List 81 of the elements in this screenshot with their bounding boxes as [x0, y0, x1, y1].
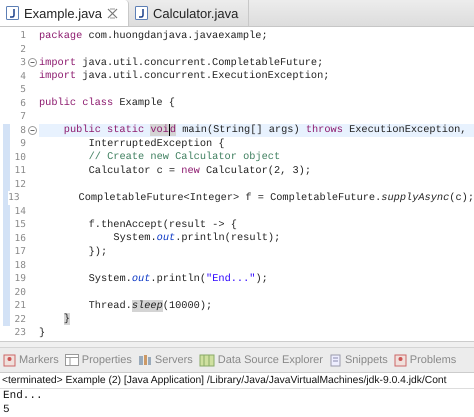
code-token: throws: [306, 124, 344, 136]
line-number: 5: [20, 84, 26, 96]
code-token: java.util.concurrent.ExecutionException;: [82, 70, 330, 82]
code-token: Thread.: [88, 300, 132, 312]
code-token: });: [88, 246, 108, 258]
line-number: 8: [20, 124, 26, 136]
code-token: supplyAsync: [381, 192, 450, 204]
code-token: System.: [88, 272, 132, 285]
code-token: InterruptedException {: [88, 138, 225, 150]
code-token: import: [39, 56, 78, 69]
code-token: public static: [64, 124, 146, 136]
line-number: 15: [14, 219, 26, 230]
line-number: 18: [14, 260, 26, 271]
problems-icon: [394, 354, 407, 366]
line-number: 19: [14, 273, 26, 284]
code-token: sleep: [132, 300, 163, 312]
line-number: 13: [8, 192, 20, 204]
code-token: );: [255, 272, 268, 285]
line-number: 10: [14, 152, 26, 163]
panel-tab[interactable]: Servers: [138, 354, 193, 366]
java-file-icon: [135, 6, 148, 20]
editor-tab[interactable]: Calculator.java: [129, 0, 250, 26]
line-number: 9: [20, 138, 26, 150]
table-icon: [64, 354, 79, 366]
code-token: Calculator(2, 3);: [206, 164, 312, 177]
code-token: new: [181, 164, 201, 177]
code-token: }: [64, 313, 70, 326]
line-number: 3: [20, 57, 26, 68]
console-header: <terminated> Example (2) [Java Application] /Library/Java/JavaVirtualMachines/jdk-9.0.4.jdk/Cont: [0, 373, 474, 389]
line-number: 1: [20, 30, 26, 42]
line-number: 17: [14, 246, 26, 258]
code-token: .println(: [150, 272, 206, 285]
collapse-icon[interactable]: [28, 126, 37, 135]
code-token: voi: [150, 124, 169, 136]
code-token: .println(result);: [175, 232, 280, 244]
console-output: End...: [2, 389, 44, 403]
code-token: (c);: [449, 192, 474, 204]
code-token: public class: [39, 97, 114, 110]
line-number: 23: [14, 327, 26, 338]
code-token: main(String[] args): [181, 124, 301, 136]
line-number: 11: [14, 165, 26, 176]
panel-tab[interactable]: Properties: [64, 354, 132, 366]
snippets-icon: [328, 354, 342, 366]
code-token: // Create new Calculator object: [88, 151, 280, 164]
line-number: 12: [14, 178, 26, 190]
code-token: f.thenAccept(result -> {: [88, 218, 237, 231]
code-token: out: [156, 232, 176, 244]
line-number: 22: [14, 314, 26, 325]
close-icon[interactable]: [107, 8, 118, 18]
line-number: 21: [14, 300, 26, 312]
code-token: package: [39, 30, 84, 42]
code-token: Calculator c =: [88, 164, 176, 177]
code-token: out: [132, 272, 150, 285]
code-token: CompletableFuture<Integer> f = CompletableFuture.: [78, 192, 382, 204]
line-number: 16: [14, 232, 26, 244]
line-number: 14: [14, 206, 26, 217]
database-icon: [198, 354, 215, 366]
line-number: 20: [14, 286, 26, 298]
code-token: System.: [113, 232, 157, 244]
console-output: 5: [2, 403, 11, 417]
line-number: 7: [20, 111, 26, 122]
code-token: Example {: [119, 97, 175, 110]
code-token: import: [39, 70, 78, 82]
code-token: com.huongdanjava.javaexample;: [88, 30, 268, 42]
code-token: "End...": [206, 272, 256, 285]
panel-tab[interactable]: Problems: [394, 354, 456, 366]
panel-tab[interactable]: Markers: [3, 354, 59, 366]
text-cursor: [168, 124, 170, 136]
line-number: 4: [20, 70, 26, 82]
panel-tab[interactable]: Data Source Explorer: [198, 354, 323, 366]
code-token: ExecutionException,: [349, 124, 466, 136]
code-token: (10000);: [162, 300, 212, 312]
line-number: 2: [20, 44, 26, 55]
line-number: 6: [20, 98, 26, 109]
editor-tab[interactable]: Example.java: [0, 0, 130, 26]
code-token: }: [39, 326, 46, 339]
servers-icon: [138, 354, 152, 366]
panel-tab[interactable]: Snippets: [328, 354, 388, 366]
java-file-icon: [6, 6, 19, 20]
code-token: java.util.concurrent.CompletableFuture;: [82, 56, 324, 69]
collapse-icon[interactable]: [28, 58, 37, 68]
